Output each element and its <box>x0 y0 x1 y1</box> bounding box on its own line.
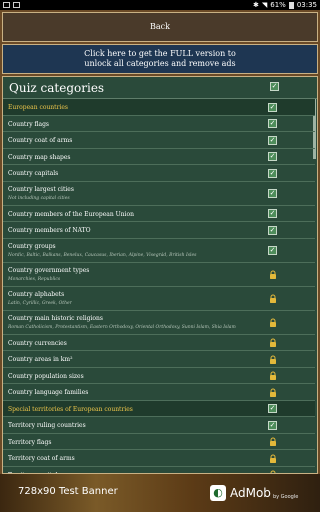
category-label: Special territories of European countrie… <box>8 405 133 413</box>
clock: 03:35 <box>296 1 317 9</box>
category-label: Country currencies <box>8 339 67 347</box>
category-checkbox[interactable] <box>268 246 277 255</box>
lock-icon[interactable] <box>269 355 277 364</box>
category-description: Latin, Cyrillic, Greek, Other <box>8 300 72 306</box>
category-row[interactable]: Territory coat of arms <box>3 450 315 467</box>
category-checkbox[interactable] <box>268 119 277 129</box>
category-checkbox[interactable] <box>268 420 277 430</box>
category-label: Country members of NATO <box>8 227 91 234</box>
category-row[interactable]: Territory ruling countries <box>3 417 315 434</box>
category-row[interactable]: Country alphabets Latin, Cyrillic, Greek,… <box>3 287 315 311</box>
category-row[interactable]: Country flags <box>3 116 315 132</box>
section-header-row[interactable]: Special territories of European countrie… <box>3 400 315 417</box>
lock-icon[interactable] <box>269 318 277 327</box>
lock-icon[interactable] <box>269 437 277 447</box>
category-row[interactable]: Country coat of arms <box>3 132 315 149</box>
category-label: Country areas in km² <box>8 356 73 363</box>
category-row[interactable]: Country groups Nordic, Baltic, Balkans, B… <box>3 239 315 263</box>
lock-icon[interactable] <box>269 388 277 397</box>
category-label: Country main historic religions <box>8 314 103 322</box>
category-row[interactable]: Country members of the European Union <box>3 206 315 222</box>
category-label: Country language families <box>8 389 89 396</box>
category-checkbox[interactable] <box>268 152 277 162</box>
battery-icon <box>288 2 294 9</box>
notification-icon <box>13 2 20 8</box>
ad-banner[interactable]: 728x90 Test Banner ◐ AdMob by Google <box>0 474 320 512</box>
wifi-icon: ◥ <box>261 1 268 9</box>
category-label: Country members of the European Union <box>8 210 134 218</box>
lock-icon[interactable] <box>269 371 277 381</box>
quiz-categories-panel[interactable]: Quiz categories European countries Countr… <box>2 76 318 474</box>
category-label: Territory flags <box>8 438 52 446</box>
back-button[interactable]: Back <box>2 12 318 42</box>
category-row[interactable]: Country members of NATO <box>3 222 315 239</box>
category-label: Country capitals <box>8 170 59 177</box>
category-label: Country government types <box>8 266 90 274</box>
ad-banner-text: 728x90 Test Banner <box>18 486 118 497</box>
select-all-checkbox[interactable] <box>270 82 279 91</box>
admob-brand: AdMob <box>230 486 271 500</box>
category-description: Roman Catholicism, Protestantism, Easter… <box>8 324 236 330</box>
category-checkbox[interactable] <box>268 225 277 235</box>
section-header-row[interactable]: European countries <box>3 99 315 116</box>
category-row[interactable]: Country language families <box>3 384 315 401</box>
category-row[interactable]: Country map shapes <box>3 149 315 165</box>
category-label: Country coat of arms <box>8 137 73 144</box>
category-row[interactable]: Country government types Monarchies, Repu… <box>3 263 315 287</box>
category-label: Territory coat of arms <box>8 455 75 462</box>
back-button-label: Back <box>150 22 170 31</box>
quiz-categories-header: Quiz categories <box>3 77 317 99</box>
notification-icon <box>3 2 10 8</box>
get-full-version-button[interactable]: Click here to get the FULL version to un… <box>2 44 318 74</box>
category-description: Nordic, Baltic, Balkans, Benelux, Caucas… <box>8 252 197 258</box>
category-description: Monarchies, Republics <box>8 276 61 282</box>
category-row[interactable]: Country largest cities Not including capi… <box>3 182 315 206</box>
lock-icon[interactable] <box>269 454 277 463</box>
category-checkbox[interactable] <box>268 168 277 178</box>
category-row[interactable]: Territory capitals <box>3 467 315 473</box>
admob-icon: ◐ <box>210 485 226 501</box>
category-label: Country alphabets <box>8 290 65 298</box>
category-label: Country groups <box>8 242 56 250</box>
panel-title: Quiz categories <box>9 80 105 95</box>
category-row[interactable]: Country currencies <box>3 335 315 351</box>
full-version-line1: Click here to get the FULL version to <box>84 49 236 58</box>
lock-icon[interactable] <box>269 270 277 279</box>
category-list: European countries Country flags Country c… <box>3 99 315 473</box>
category-checkbox[interactable] <box>268 135 277 145</box>
bluetooth-icon: ✱ <box>252 1 259 9</box>
category-row[interactable]: Country capitals <box>3 165 315 182</box>
category-label: Country flags <box>8 120 50 128</box>
category-label: Country map shapes <box>8 153 71 161</box>
category-row[interactable]: Country population sizes <box>3 368 315 384</box>
admob-brand-sub: by Google <box>272 494 299 500</box>
battery-percent: 61% <box>270 1 286 9</box>
category-row[interactable]: Country areas in km² <box>3 351 315 368</box>
admob-logo: ◐ AdMob by Google <box>210 482 302 504</box>
category-checkbox[interactable] <box>268 189 277 198</box>
category-label: Country largest cities <box>8 185 74 193</box>
status-bar: ✱ ◥ 61% 03:35 <box>0 0 320 10</box>
category-row[interactable]: Country main historic religions Roman Cat… <box>3 311 315 335</box>
category-checkbox[interactable] <box>268 404 277 414</box>
category-description: Not including capital cities <box>8 195 70 201</box>
lock-icon[interactable] <box>269 338 277 348</box>
category-checkbox[interactable] <box>268 209 277 219</box>
category-label: Territory ruling countries <box>8 422 86 429</box>
full-version-line2: unlock all categories and remove ads <box>84 59 236 68</box>
category-label: European countries <box>8 104 68 111</box>
category-label: Country population sizes <box>8 372 84 380</box>
category-checkbox[interactable] <box>268 102 277 112</box>
lock-icon[interactable] <box>269 294 277 303</box>
category-row[interactable]: Territory flags <box>3 434 315 450</box>
